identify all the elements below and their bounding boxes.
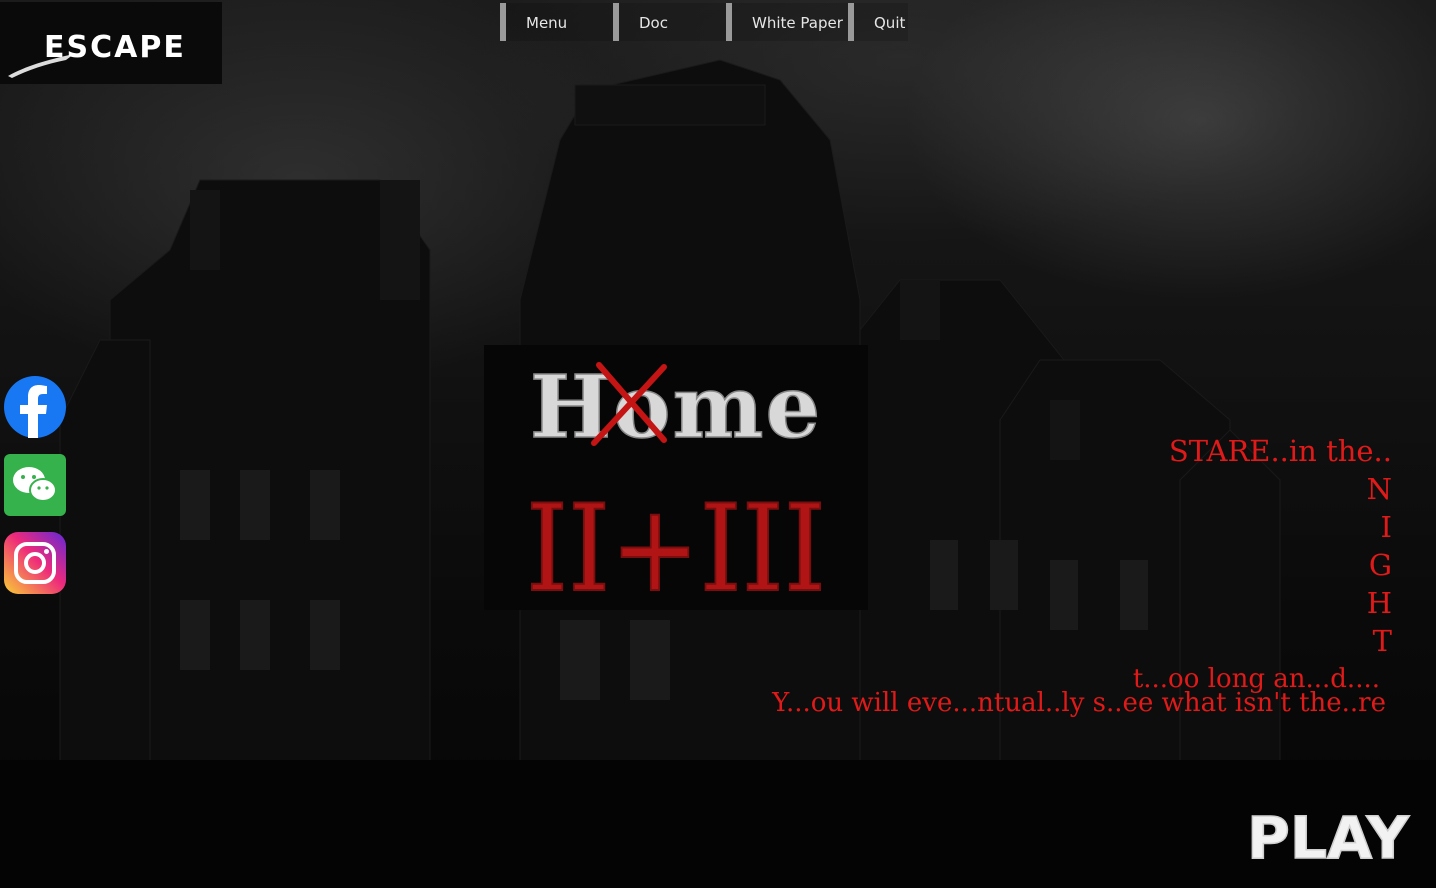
nav-quit[interactable]: Quit — [848, 3, 908, 41]
tagline-letter-t: T — [1372, 624, 1392, 658]
wechat-icon — [13, 467, 57, 502]
tagline-letter-n: N — [1366, 472, 1392, 506]
title-word: Home — [530, 357, 822, 458]
tagline-letter-i: I — [1380, 510, 1392, 544]
play-label: PLAY — [1247, 804, 1410, 870]
tagline-line-3: Y...ou will eve...ntual..ly s..ee what i… — [772, 688, 1386, 718]
tagline-letter-h: H — [1366, 586, 1392, 620]
game-title-logo: Home II+III — [484, 345, 868, 610]
facebook-icon — [20, 385, 47, 438]
facebook-link[interactable] — [4, 376, 66, 438]
wechat-link[interactable] — [4, 454, 66, 516]
title-numeral: II+III — [526, 480, 826, 610]
brand-logo[interactable]: ESCAPE — [0, 2, 222, 84]
play-button[interactable]: PLAY — [1245, 800, 1415, 874]
nav-menu[interactable]: Menu — [500, 3, 613, 41]
instagram-link[interactable] — [4, 532, 66, 594]
tagline-line-1: STARE..in the.. — [1168, 434, 1392, 468]
nav-white-paper[interactable]: White Paper — [726, 3, 848, 41]
instagram-icon — [14, 542, 56, 584]
tagline-letter-g: G — [1368, 548, 1392, 582]
brand-name: ESCAPE — [44, 30, 186, 65]
nav-doc[interactable]: Doc — [613, 3, 726, 41]
